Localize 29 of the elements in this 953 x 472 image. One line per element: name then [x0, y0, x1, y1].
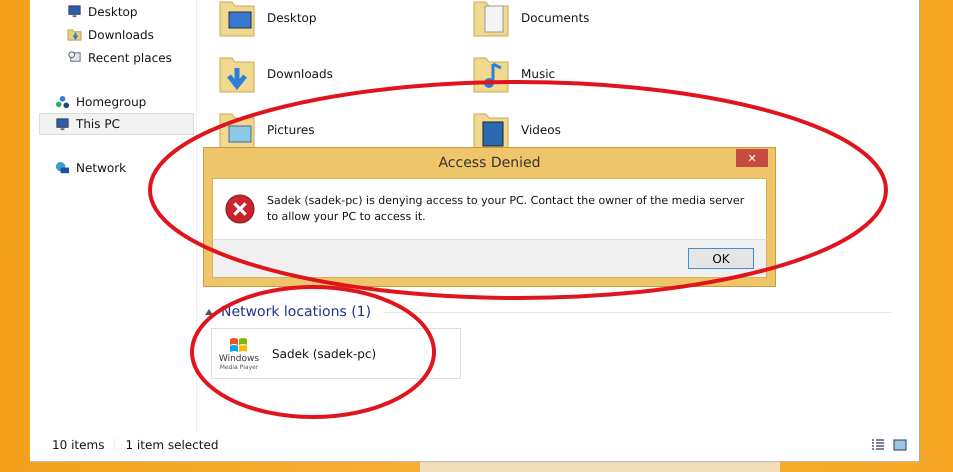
folder-icon	[67, 27, 82, 42]
monitor-icon	[67, 4, 82, 19]
network-icon	[55, 160, 70, 176]
error-icon	[225, 194, 255, 224]
folder-label[interactable]: Downloads	[267, 67, 333, 81]
sidebar-item[interactable]: Downloads	[30, 23, 194, 46]
flag-icon	[229, 336, 249, 354]
tiles-view-icon[interactable]	[893, 438, 907, 452]
item-count: 10 items	[52, 438, 106, 452]
folder-label[interactable]: Videos	[521, 123, 561, 137]
sidebar-item[interactable]: This PC	[39, 113, 194, 135]
error-message: Sadek (sadek-pc) is denying access to your PC. Contact the owner of the media server to allow your PC to access it.	[267, 193, 746, 225]
dialog-title: Access Denied	[438, 155, 541, 171]
folder-label[interactable]: Pictures	[267, 123, 315, 137]
details-view-icon[interactable]	[871, 438, 885, 452]
selection-count: 1 item selected	[114, 438, 228, 452]
sidebar-item[interactable]: Homegroup	[30, 91, 194, 113]
folder-icon[interactable]	[217, 0, 257, 38]
sidebar-item[interactable]: Recent places	[30, 46, 194, 69]
computer-icon	[55, 116, 70, 132]
ok-button[interactable]: OK	[688, 248, 754, 269]
close-button[interactable]: ✕	[736, 149, 768, 167]
folder-label[interactable]: Documents	[521, 11, 590, 25]
folder-label[interactable]: Desktop	[267, 11, 316, 25]
sidebar-item[interactable]: Desktop	[30, 0, 194, 23]
folder-label[interactable]: Music	[521, 67, 556, 81]
collapse-arrow-icon[interactable]	[205, 309, 213, 315]
homegroup-icon	[55, 94, 70, 110]
sidebar-item[interactable]: Network	[30, 157, 194, 179]
